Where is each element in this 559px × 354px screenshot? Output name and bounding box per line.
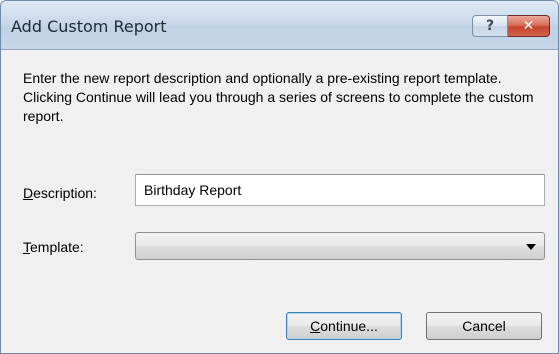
template-select[interactable] xyxy=(135,232,545,260)
description-label-mnemonic: D xyxy=(23,185,34,201)
intro-text: Enter the new report description and opt… xyxy=(23,70,534,124)
description-label-text: escription: xyxy=(33,185,97,201)
cancel-button[interactable]: Cancel xyxy=(426,312,542,340)
dialog-title: Add Custom Report xyxy=(11,17,167,36)
description-input[interactable] xyxy=(135,174,545,206)
add-custom-report-dialog: Add Custom Report ? ✕ Enter the new repo… xyxy=(0,0,559,354)
template-label-text: emplate: xyxy=(30,239,84,255)
title-bar[interactable]: Add Custom Report ? ✕ xyxy=(1,1,558,50)
help-icon: ? xyxy=(485,18,495,34)
close-button[interactable]: ✕ xyxy=(508,15,550,37)
description-label: Description: xyxy=(23,185,97,201)
title-bar-buttons: ? ✕ xyxy=(472,15,550,37)
continue-button-mnemonic: C xyxy=(310,318,321,334)
template-label: Template: xyxy=(23,239,84,255)
help-button[interactable]: ? xyxy=(472,15,508,37)
continue-button-text: ontinue... xyxy=(320,318,378,334)
dropdown-arrow-icon xyxy=(526,244,536,250)
dialog-content: Enter the new report description and opt… xyxy=(1,50,558,353)
template-label-mnemonic: T xyxy=(23,239,30,255)
close-icon: ✕ xyxy=(522,18,535,34)
continue-button[interactable]: Continue... xyxy=(286,312,402,340)
